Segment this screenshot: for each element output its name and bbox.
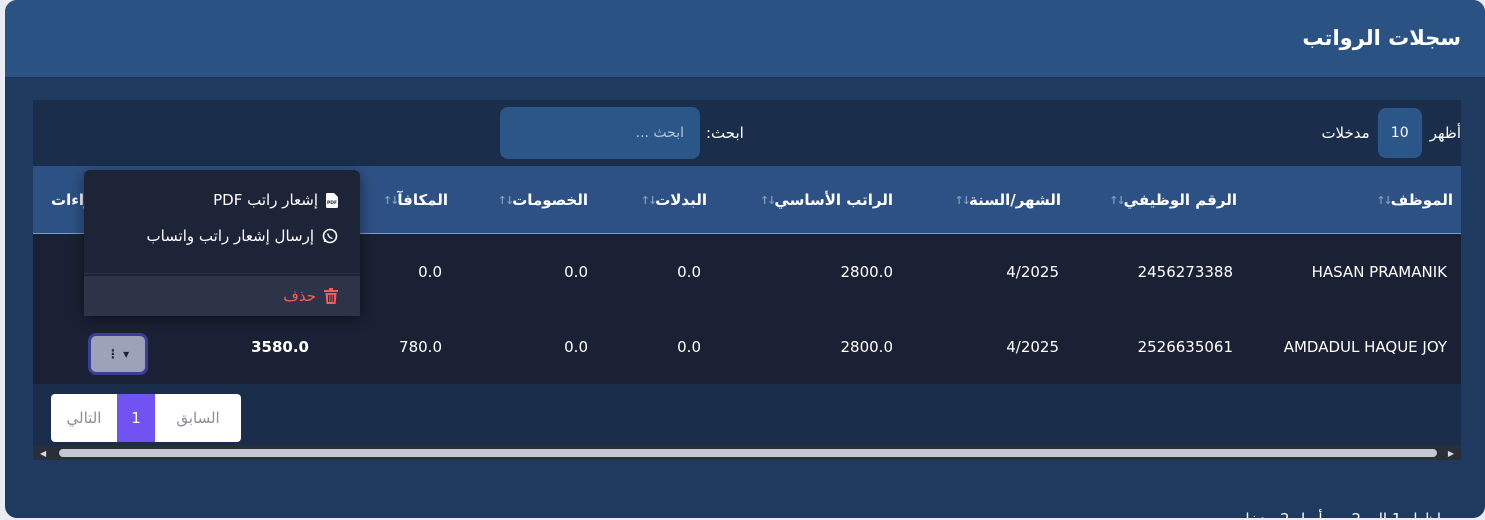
search-label: ابحث: [706, 124, 744, 142]
page-title: سجلات الرواتب [1302, 26, 1461, 50]
column-header-deductions[interactable]: ↑↓ الخصومات [468, 166, 588, 234]
scroll-left-icon[interactable]: ◀ [40, 449, 46, 458]
cell-net-salary: 3580.0 [251, 337, 309, 356]
entries-label: مدخلات [1321, 124, 1370, 142]
menu-item-label: حذف [283, 287, 316, 305]
scroll-right-icon[interactable]: ▶ [1448, 449, 1454, 458]
column-header-month-year[interactable]: ↑↓ الشهر/السنة [911, 166, 1061, 234]
column-header-employee-id[interactable]: ↑↓ الرقم الوظيفي [1087, 166, 1237, 234]
menu-item-delete[interactable]: حذف [84, 276, 360, 316]
cell-employee: HASAN PRAMANIK [1311, 262, 1447, 281]
pagination-previous-button[interactable]: السابق [155, 394, 241, 442]
cell-basic-salary: 2800.0 [840, 262, 894, 281]
menu-item-pdf-payslip[interactable]: PDF إشعار راتب PDF [84, 182, 360, 218]
svg-text:PDF: PDF [327, 200, 337, 206]
column-title: الشهر/السنة [968, 191, 1061, 209]
cell-month-year: 4/2025 [1006, 262, 1059, 281]
cell-allowances: 0.0 [677, 262, 701, 281]
table-row: AMDADUL HAQUE JOY 2526635061 4/2025 2800… [33, 309, 1461, 384]
show-label: أظهر [1429, 124, 1461, 142]
column-header-basic-salary[interactable]: ↑↓ الراتب الأساسي [743, 166, 893, 234]
column-title: المكافآ [397, 191, 448, 209]
cell-deductions: 0.0 [564, 262, 588, 281]
pagination: التالي 1 السابق [51, 394, 241, 442]
page-length-select[interactable]: 10 [1377, 108, 1422, 158]
sort-icon: ↑↓ [1109, 193, 1126, 207]
cell-basic-salary: 2800.0 [840, 337, 894, 356]
search-control: ابحث: [500, 107, 744, 159]
sort-icon: ↑↓ [640, 193, 658, 207]
column-title: الخصومات [512, 191, 588, 209]
column-header-bonuses[interactable]: ↑↓ المكافآ [358, 166, 448, 234]
sort-icon: ↑↓ [954, 193, 972, 207]
menu-item-whatsapp-payslip[interactable]: إرسال إشعار راتب واتساب [84, 218, 360, 254]
menu-item-label: إشعار راتب PDF [213, 191, 318, 209]
whatsapp-icon [322, 228, 338, 244]
column-title: الموظف [1390, 191, 1453, 209]
column-header-allowances[interactable]: ↑↓ البدلات [617, 166, 707, 234]
table-info: إظهار 1 إلى 2 من أصل 2 مدخل [1239, 510, 1441, 518]
search-input[interactable] [500, 107, 700, 159]
sort-icon: ↑↓ [497, 193, 515, 207]
page-length-control: أظهر 10 مدخلات [1321, 107, 1461, 159]
cell-employee: AMDADUL HAQUE JOY [1283, 337, 1447, 356]
row-actions-dropdown: PDF إشعار راتب PDF إرسال إشعار راتب واتس… [84, 170, 360, 316]
cell-employee-id: 2456273388 [1137, 262, 1233, 281]
horizontal-scrollbar[interactable]: ◀ ▶ [33, 446, 1461, 460]
card-header: سجلات الرواتب [5, 0, 1485, 78]
menu-divider [84, 273, 360, 274]
cell-deductions: 0.0 [564, 337, 588, 356]
cell-employee-id: 2526635061 [1137, 337, 1233, 356]
pagination-page-1[interactable]: 1 [117, 394, 155, 442]
scrollbar-thumb[interactable] [59, 449, 1437, 457]
cell-bonuses: 780.0 [399, 337, 442, 356]
column-title: البدلات [655, 191, 707, 209]
pdf-file-icon: PDF [326, 192, 338, 208]
cell-allowances: 0.0 [677, 337, 701, 356]
sort-icon: ↑↓ [759, 193, 777, 207]
sort-icon: ↑↓ [382, 193, 400, 207]
kebab-menu-icon: ⋮ ▾ [106, 347, 130, 361]
pagination-next-button[interactable]: التالي [51, 394, 117, 442]
menu-item-label: إرسال إشعار راتب واتساب [146, 227, 314, 245]
cell-bonuses: 0.0 [418, 262, 442, 281]
column-title: الراتب الأساسي [774, 191, 893, 209]
column-title: الرقم الوظيفي [1123, 191, 1237, 209]
cell-month-year: 4/2025 [1006, 337, 1059, 356]
row-actions-button[interactable]: ⋮ ▾ [88, 333, 148, 375]
sort-icon: ↑↓ [1376, 193, 1393, 207]
trash-icon [324, 288, 338, 304]
column-header-employee[interactable]: ↑↓ الموظف [1263, 166, 1453, 234]
